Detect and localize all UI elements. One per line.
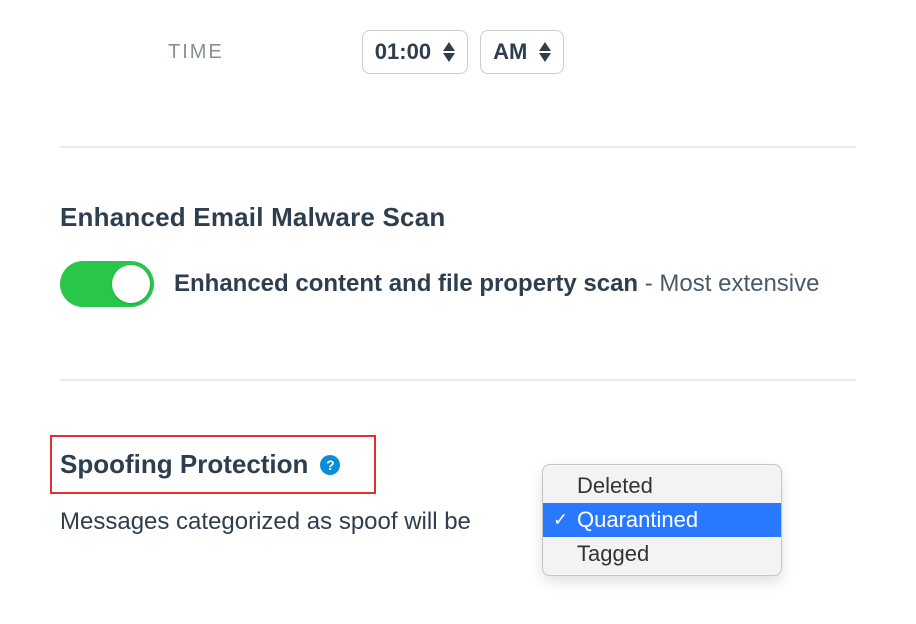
stepper-arrows-icon bbox=[539, 42, 551, 62]
dropdown-option-quarantined[interactable]: ✓ Quarantined bbox=[543, 503, 781, 537]
help-icon[interactable]: ? bbox=[320, 455, 340, 475]
malware-section-title: Enhanced Email Malware Scan bbox=[60, 202, 856, 233]
time-hour-value: 01:00 bbox=[375, 39, 431, 65]
dropdown-option-tagged[interactable]: Tagged bbox=[543, 537, 781, 571]
enhanced-scan-description: Enhanced content and file property scan … bbox=[174, 270, 820, 298]
section-divider bbox=[60, 146, 856, 148]
spoofing-title-highlight: Spoofing Protection ? bbox=[50, 435, 376, 494]
time-hour-select[interactable]: 01:00 bbox=[362, 30, 468, 74]
toggle-knob bbox=[112, 265, 150, 303]
dropdown-option-label: Quarantined bbox=[577, 507, 698, 532]
time-meridiem-value: AM bbox=[493, 39, 527, 65]
spoof-action-dropdown[interactable]: Deleted ✓ Quarantined Tagged bbox=[542, 464, 782, 576]
stepper-arrows-icon bbox=[443, 42, 455, 62]
section-divider bbox=[60, 379, 856, 381]
enhanced-scan-bold-text: Enhanced content and file property scan bbox=[174, 270, 638, 297]
malware-scan-section: Enhanced Email Malware Scan Enhanced con… bbox=[60, 202, 856, 307]
time-row: TIME 01:00 AM bbox=[168, 30, 856, 74]
dropdown-option-deleted[interactable]: Deleted bbox=[543, 469, 781, 503]
dropdown-option-label: Tagged bbox=[577, 541, 649, 566]
spoofing-section-title: Spoofing Protection bbox=[60, 449, 308, 480]
dropdown-option-label: Deleted bbox=[577, 473, 653, 498]
time-label: TIME bbox=[168, 41, 224, 64]
check-icon: ✓ bbox=[553, 510, 568, 531]
enhanced-scan-light-text: - Most extensive bbox=[638, 270, 819, 297]
time-meridiem-select[interactable]: AM bbox=[480, 30, 564, 74]
enhanced-scan-toggle[interactable] bbox=[60, 261, 154, 307]
